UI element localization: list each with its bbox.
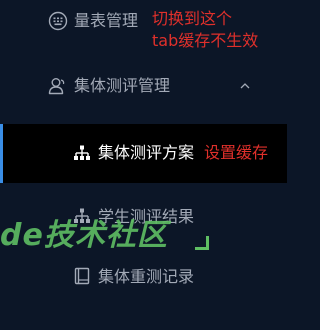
menu-label-group-eval-plan: 集体测评方案 bbox=[98, 143, 195, 162]
annotation-set-cache: 设置缓存 bbox=[204, 143, 269, 162]
submenu-group-eval-management[interactable]: 集体测评管理 bbox=[0, 72, 287, 100]
keyboard-icon bbox=[48, 11, 68, 31]
menu-item-group-retest-record[interactable]: 集体重测记录 bbox=[0, 262, 287, 290]
user-icon bbox=[47, 76, 67, 96]
menu-label-group-eval-management: 集体测评管理 bbox=[74, 76, 171, 95]
active-indicator bbox=[0, 124, 3, 183]
chevron-up-icon[interactable] bbox=[238, 79, 252, 93]
menu-item-scale-management[interactable]: 量表管理 bbox=[0, 7, 287, 35]
menu-label-scale-management: 量表管理 bbox=[74, 11, 139, 30]
menu-label-group-retest-record: 集体重测记录 bbox=[98, 267, 195, 286]
book-icon bbox=[73, 267, 91, 285]
watermark-corner-mark bbox=[195, 236, 209, 250]
menu-item-group-eval-plan[interactable]: 集体测评方案 设置缓存 bbox=[0, 124, 287, 183]
sitemap-icon bbox=[73, 144, 91, 162]
watermark-text: de技术社区 bbox=[0, 218, 168, 253]
